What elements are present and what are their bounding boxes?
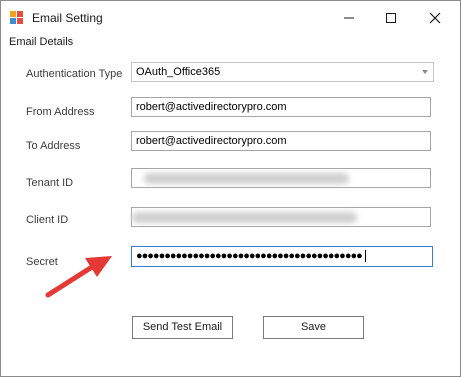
text-cursor [364, 250, 366, 263]
authentication-type-select[interactable]: OAuth_Office365 [131, 62, 434, 82]
to-address-input[interactable]: robert@activedirectorypro.com [131, 131, 431, 151]
secret-input[interactable]: ●●●●●●●●●●●●●●●●●●●●●●●●●●●●●●●●●●●●●●●● [131, 246, 433, 267]
tenant-id-label: Tenant ID [26, 177, 74, 189]
app-icon [10, 11, 24, 25]
minimize-icon [344, 17, 354, 19]
from-address-label: From Address [26, 106, 95, 118]
tenant-id-input[interactable] [131, 168, 431, 188]
from-address-input[interactable]: robert@activedirectorypro.com [131, 97, 431, 117]
close-icon [429, 12, 441, 24]
dropdown-arrow-icon[interactable] [422, 70, 428, 74]
close-button[interactable] [418, 5, 452, 31]
title-bar[interactable]: Email Setting [1, 1, 460, 35]
email-setting-window: Email Setting Email Details Authenticati… [0, 0, 461, 377]
minimize-button[interactable] [332, 5, 366, 31]
redacted-client-id [132, 212, 357, 223]
client-id-input[interactable] [131, 207, 431, 227]
save-button[interactable]: Save [263, 316, 364, 339]
window-title: Email Setting [32, 11, 103, 25]
send-test-email-button[interactable]: Send Test Email [132, 316, 233, 339]
email-details-group-label: Email Details [9, 36, 74, 48]
authentication-type-label: Authentication Type [26, 68, 123, 80]
maximize-icon [386, 13, 396, 23]
authentication-type-value: OAuth_Office365 [136, 66, 221, 78]
secret-masked-value: ●●●●●●●●●●●●●●●●●●●●●●●●●●●●●●●●●●●●●●●● [136, 250, 363, 262]
maximize-button[interactable] [374, 5, 408, 31]
redacted-tenant-id [144, 173, 349, 184]
to-address-label: To Address [26, 140, 81, 152]
client-id-label: Client ID [26, 214, 69, 226]
annotation-arrow-icon [45, 256, 112, 298]
